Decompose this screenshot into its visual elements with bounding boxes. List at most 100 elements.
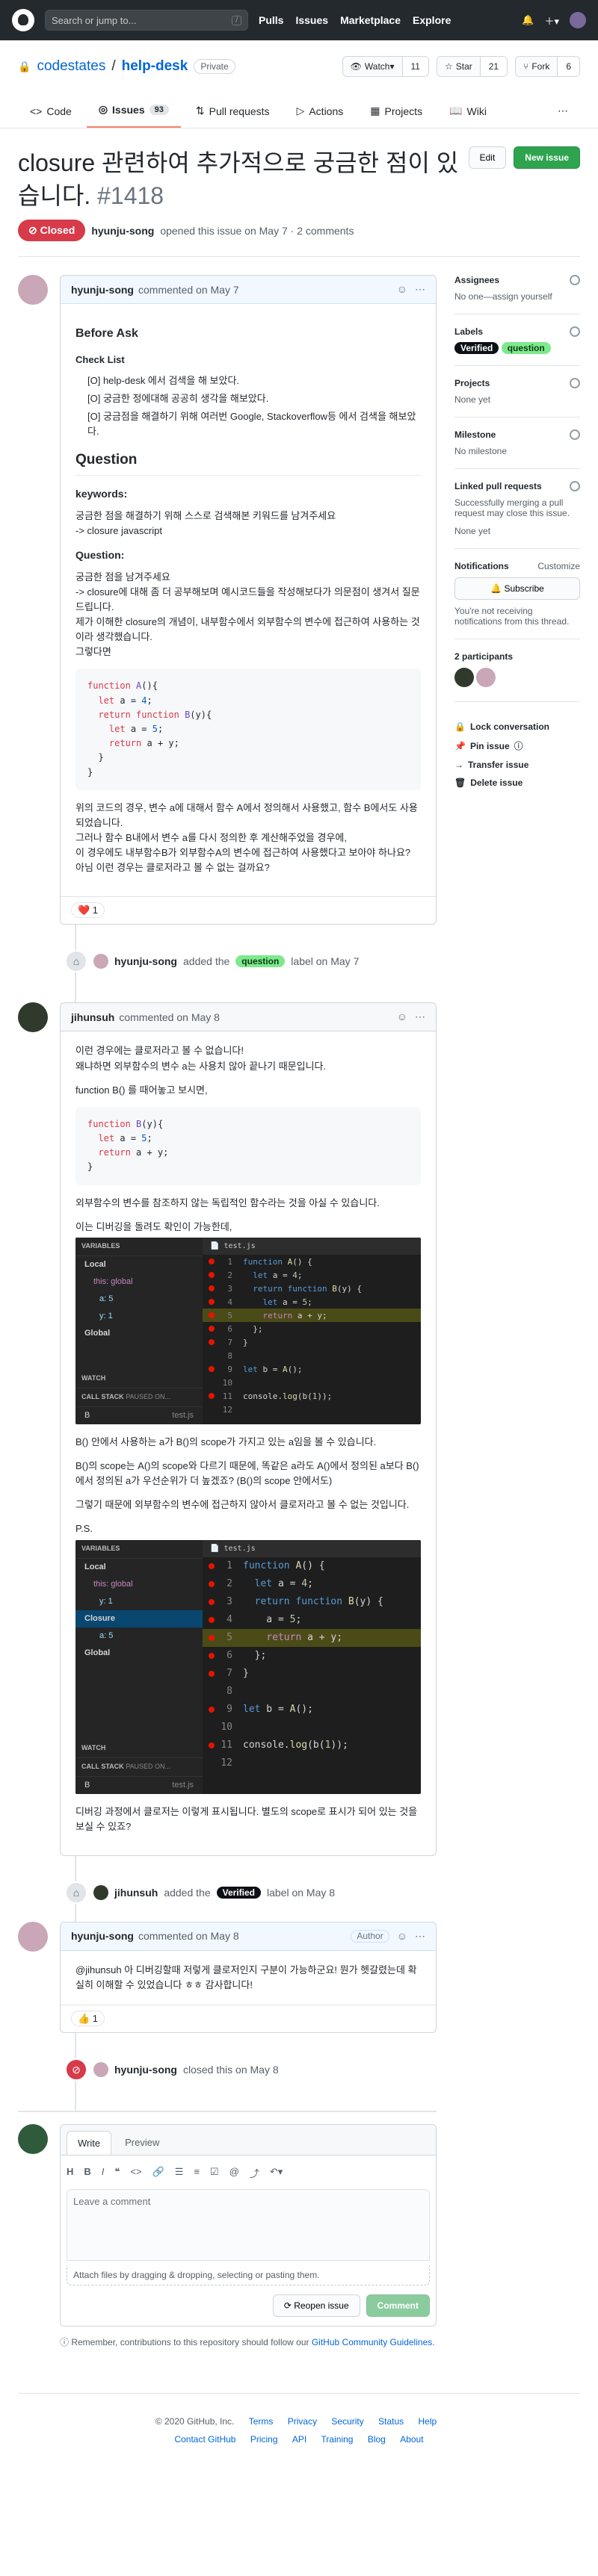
reply-icon[interactable]: ↶▾ [270,2166,283,2180]
reopen-issue-button[interactable]: ⟳ Reopen issue [272,2294,360,2318]
gear-icon[interactable] [570,429,580,440]
ordered-list-icon[interactable]: ≡ [194,2166,200,2180]
code-icon[interactable]: <> [130,2166,141,2180]
footer-link[interactable]: Contact GitHub [174,2434,235,2445]
avatar[interactable] [18,1002,48,1033]
footer-link[interactable]: API [292,2434,306,2445]
lock-conversation-button[interactable]: 🔒 Lock conversation [454,721,580,732]
comment-author[interactable]: jihunsuh [71,1011,114,1023]
label-question[interactable]: question [235,955,286,968]
tab-pull-requests[interactable]: ⇅ Pull requests [184,105,282,128]
avatar[interactable] [18,2124,48,2155]
gear-icon[interactable] [570,275,580,285]
mention-icon[interactable]: @ [229,2166,239,2180]
bold-icon[interactable]: B [84,2166,90,2180]
footer-link[interactable]: Help [419,2416,437,2427]
heart-reaction[interactable]: ❤️ 1 [71,902,105,919]
star-button[interactable]: ☆ Star 21 [436,56,508,77]
smiley-icon[interactable]: ☺ [397,1011,407,1023]
kebab-icon[interactable]: ⋯ [415,283,425,296]
kebab-icon[interactable]: ⋯ [415,1011,425,1023]
gear-icon[interactable] [570,378,580,388]
footer-link[interactable]: Privacy [288,2416,317,2427]
markdown-toolbar: H B I ❝ <> 🔗 ☰ ≡ ☑ @ ⤴ ↶▾ [61,2156,436,2185]
comment-button[interactable]: Comment [366,2294,430,2318]
avatar[interactable] [93,1884,108,1900]
attach-files-hint[interactable]: Attach files by dragging & dropping, sel… [67,2265,430,2286]
watch-count: 11 [401,57,428,76]
comment-textarea[interactable]: Leave a comment [67,2189,430,2262]
nav-issues[interactable]: Issues [295,14,328,26]
tab-actions[interactable]: ▷ Actions [285,105,356,128]
quote-icon[interactable]: ❝ [114,2166,120,2180]
footer-link[interactable]: Blog [368,2434,386,2445]
kebab-icon[interactable]: ⋯ [415,1930,425,1943]
thumbs-up-reaction[interactable]: 👍 1 [71,2011,105,2027]
edit-button[interactable]: Edit [468,146,507,169]
nav-pulls[interactable]: Pulls [259,14,283,26]
tab-code[interactable]: <> Code [18,105,84,128]
label-question[interactable]: question [501,342,551,354]
heading-icon[interactable]: H [67,2166,73,2180]
slash-key-hint: / [232,15,241,25]
tab-wiki[interactable]: 📖 Wiki [437,105,499,128]
comment-author[interactable]: hyunju-song [71,284,134,296]
subscribe-button[interactable]: 🔔 Subscribe [454,577,580,600]
task-list-icon[interactable]: ☑ [210,2166,219,2180]
smiley-icon[interactable]: ☺ [397,283,407,296]
tab-write[interactable]: Write [67,2131,112,2156]
info-icon: ⓘ [514,741,523,751]
label-verified[interactable]: Verified [454,342,499,354]
plus-icon[interactable]: ＋▾ [544,13,559,28]
avatar[interactable] [93,2062,108,2078]
closed-icon: ⊘ [65,2058,87,2082]
reference-icon[interactable]: ⤴ [250,2166,259,2180]
assign-yourself-link[interactable]: No one—assign yourself [454,291,552,302]
search-input[interactable]: Search or jump to... / [45,10,248,31]
smiley-icon[interactable]: ☺ [397,1930,407,1943]
repo-name-link[interactable]: help-desk [122,58,188,75]
more-icon[interactable]: ⋯ [546,105,580,128]
tab-projects[interactable]: ▦ Projects [358,105,434,128]
footer-link[interactable]: Status [378,2416,404,2427]
avatar[interactable] [18,1921,48,1952]
tag-icon: ⌂ [65,950,87,973]
comment-author[interactable]: hyunju-song [71,1930,134,1942]
unordered-list-icon[interactable]: ☰ [175,2166,184,2180]
avatar[interactable] [454,668,474,687]
label-verified[interactable]: Verified [216,1886,261,1899]
footer-link[interactable]: About [400,2434,423,2445]
new-issue-button[interactable]: New issue [514,146,580,169]
global-header: Search or jump to... / Pulls Issues Mark… [0,0,598,40]
watch-button[interactable]: 👁 Watch ▾ 11 [342,56,429,77]
avatar-menu[interactable] [570,12,586,28]
footer-link[interactable]: Pricing [250,2434,278,2445]
repo-owner-link[interactable]: codestates [37,58,105,75]
list-item: [O] help-desk 에서 검색을 해 보았다. [87,374,240,386]
avatar[interactable] [93,954,108,969]
tab-issues[interactable]: ◎ Issues 93 [86,103,181,128]
footer-link[interactable]: Training [321,2434,354,2445]
issue-author-link[interactable]: hyunju-song [91,225,154,237]
nav-explore[interactable]: Explore [413,14,451,26]
transfer-issue-button[interactable]: → Transfer issue [454,760,580,770]
arrow-right-icon: → [454,760,463,770]
italic-icon[interactable]: I [102,2166,105,2180]
gear-icon[interactable] [570,481,580,491]
delete-issue-button[interactable]: 🗑 Delete issue [454,778,580,788]
link-icon[interactable]: 🔗 [152,2166,164,2180]
gear-icon[interactable] [570,326,580,337]
footer-link[interactable]: Terms [249,2416,274,2427]
footer-link[interactable]: Security [331,2416,363,2427]
bell-icon[interactable]: 🔔 [522,14,534,26]
tab-preview[interactable]: Preview [114,2131,170,2155]
fork-button[interactable]: ⑂ Fork 6 [515,56,580,77]
nav-marketplace[interactable]: Marketplace [340,14,401,26]
avatar[interactable] [18,275,48,305]
avatar[interactable] [476,668,496,687]
list-item: [O] 궁금한 정에대해 공공히 생각을 해보았다. [87,393,269,405]
github-logo-icon[interactable] [12,9,34,31]
pin-issue-button[interactable]: 📌 Pin issue ⓘ [454,739,580,752]
guidelines-link[interactable]: GitHub Community Guidelines. [312,2337,435,2347]
customize-link[interactable]: Customize [537,561,580,571]
